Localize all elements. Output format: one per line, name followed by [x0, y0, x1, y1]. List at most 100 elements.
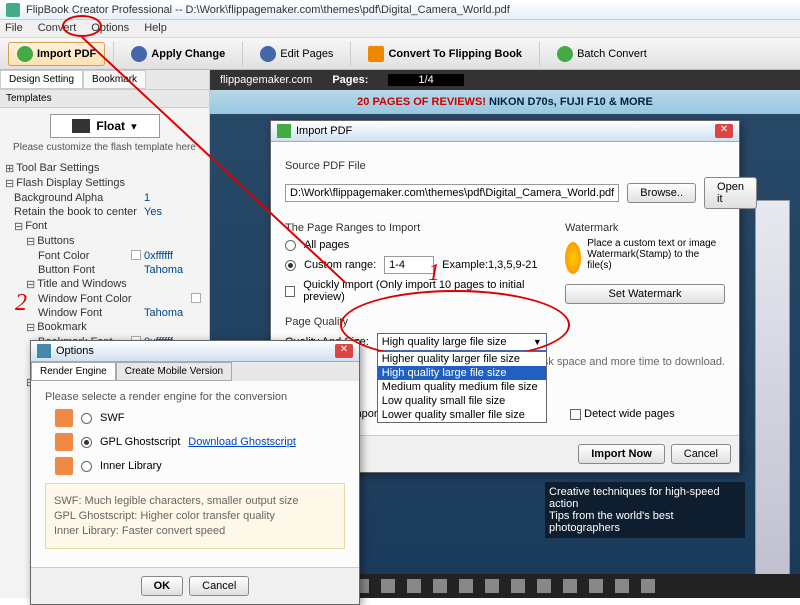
- watermark-icon: [565, 242, 581, 274]
- watermark-label: Watermark: [565, 222, 725, 234]
- control-icon[interactable]: [381, 579, 395, 593]
- edit-icon: [260, 46, 276, 62]
- collapse-icon[interactable]: ⊟: [5, 177, 14, 190]
- tree-title-win[interactable]: Title and Windows: [37, 278, 204, 291]
- chevron-down-icon: ▾: [131, 120, 137, 133]
- dialog-titlebar[interactable]: Options ✕: [31, 341, 359, 362]
- separator: [350, 42, 351, 66]
- dialog-title: Import PDF: [296, 125, 352, 137]
- dialog-title: Options: [56, 345, 94, 357]
- collapse-icon[interactable]: ⊟: [26, 278, 35, 291]
- tree-win-font[interactable]: Window Font: [38, 307, 144, 319]
- chevron-down-icon: ▼: [533, 337, 542, 347]
- separator: [242, 42, 243, 66]
- quality-option[interactable]: Lower quality smaller file size: [378, 408, 546, 422]
- engine-descriptions: SWF: Much legible characters, smaller ou…: [45, 483, 345, 549]
- control-icon[interactable]: [459, 579, 473, 593]
- cancel-button[interactable]: Cancel: [671, 444, 731, 464]
- detect-wide-checkbox[interactable]: [570, 409, 581, 420]
- menu-bar: File Convert Options Help: [0, 20, 800, 38]
- edit-pages-button[interactable]: Edit Pages: [251, 42, 342, 66]
- radio-all-pages[interactable]: [285, 240, 296, 251]
- menu-help[interactable]: Help: [144, 22, 167, 35]
- quality-option[interactable]: Medium quality medium file size: [378, 380, 546, 394]
- control-icon[interactable]: [485, 579, 499, 593]
- templates-header: Templates: [0, 90, 209, 108]
- menu-options[interactable]: Options: [91, 22, 129, 35]
- tab-mobile-version[interactable]: Create Mobile Version: [116, 362, 232, 381]
- tree-toolbar[interactable]: Tool Bar Settings: [16, 162, 204, 175]
- tree-font-color[interactable]: Font Color: [38, 250, 131, 262]
- quality-dropdown[interactable]: High quality large file size ▼ Higher qu…: [377, 333, 547, 351]
- radio-swf[interactable]: [81, 413, 92, 424]
- quality-option[interactable]: Higher quality larger file size: [378, 352, 546, 366]
- options-icon: [37, 344, 51, 358]
- control-icon[interactable]: [615, 579, 629, 593]
- control-icon[interactable]: [433, 579, 447, 593]
- tab-render-engine[interactable]: Render Engine: [31, 362, 116, 381]
- label: Convert To Flipping Book: [388, 48, 522, 60]
- inner-library-icon: [55, 457, 73, 475]
- ghostscript-icon: [55, 433, 73, 451]
- batch-icon: [557, 46, 573, 62]
- expand-icon[interactable]: ⊞: [5, 162, 14, 175]
- close-icon[interactable]: ✕: [335, 344, 353, 358]
- set-watermark-button[interactable]: Set Watermark: [565, 284, 725, 304]
- separator: [113, 42, 114, 66]
- source-label: Source PDF File: [285, 160, 725, 172]
- control-icon[interactable]: [589, 579, 603, 593]
- quality-option[interactable]: Low quality small file size: [378, 394, 546, 408]
- radio-ghostscript[interactable]: [81, 437, 92, 448]
- label: Edit Pages: [280, 48, 333, 60]
- apply-change-button[interactable]: Apply Change: [122, 42, 234, 66]
- tree-bookmark[interactable]: Bookmark: [37, 321, 204, 334]
- browse-button[interactable]: Browse..: [627, 183, 696, 203]
- tree-flash[interactable]: Flash Display Settings: [16, 177, 204, 190]
- download-ghostscript-link[interactable]: Download Ghostscript: [188, 436, 296, 448]
- tree-win-font-color[interactable]: Window Font Color: [38, 293, 191, 305]
- quick-import-checkbox[interactable]: [285, 286, 295, 297]
- control-icon[interactable]: [511, 579, 525, 593]
- color-swatch[interactable]: [191, 293, 201, 303]
- import-now-button[interactable]: Import Now: [578, 444, 665, 464]
- separator: [539, 42, 540, 66]
- tree-font[interactable]: Font: [25, 220, 204, 233]
- radio-custom-range[interactable]: [285, 260, 296, 271]
- swf-icon: [55, 409, 73, 427]
- control-icon[interactable]: [537, 579, 551, 593]
- tree-retain[interactable]: Retain the book to center: [14, 206, 144, 218]
- import-pdf-button[interactable]: Import PDF: [8, 42, 105, 66]
- open-button[interactable]: Open it: [704, 177, 757, 209]
- preview-site: flippagemaker.com: [220, 74, 312, 86]
- collapse-icon[interactable]: ⊟: [14, 220, 23, 233]
- tab-bookmark[interactable]: Bookmark: [83, 70, 146, 89]
- template-selector[interactable]: Float ▾: [50, 114, 160, 138]
- close-icon[interactable]: ✕: [715, 124, 733, 138]
- watermark-desc: Place a custom text or image Watermark(S…: [587, 238, 725, 271]
- cancel-button[interactable]: Cancel: [189, 576, 249, 596]
- menu-file[interactable]: File: [5, 22, 23, 35]
- control-icon[interactable]: [407, 579, 421, 593]
- convert-icon: [368, 46, 384, 62]
- tab-design-setting[interactable]: Design Setting: [0, 70, 83, 89]
- collapse-icon[interactable]: ⊟: [26, 321, 35, 334]
- label: Batch Convert: [577, 48, 647, 60]
- color-swatch[interactable]: [131, 250, 141, 260]
- menu-convert[interactable]: Convert: [38, 22, 77, 35]
- radio-inner[interactable]: [81, 461, 92, 472]
- control-icon[interactable]: [563, 579, 577, 593]
- custom-range-input[interactable]: 1-4: [384, 256, 434, 274]
- quality-option[interactable]: High quality large file size: [378, 366, 546, 380]
- dialog-titlebar[interactable]: Import PDF ✕: [271, 121, 739, 142]
- tree-button-font[interactable]: Button Font: [38, 264, 144, 276]
- quality-note: disk space and more time to download.: [534, 356, 725, 368]
- tree-bg-alpha[interactable]: Background Alpha: [14, 192, 144, 204]
- tree-buttons[interactable]: Buttons: [37, 235, 204, 248]
- control-icon[interactable]: [641, 579, 655, 593]
- source-path-input[interactable]: D:\Work\flippagemaker.com\themes\pdf\Dig…: [285, 184, 619, 202]
- batch-convert-button[interactable]: Batch Convert: [548, 42, 656, 66]
- convert-button[interactable]: Convert To Flipping Book: [359, 42, 531, 66]
- collapse-icon[interactable]: ⊟: [26, 235, 35, 248]
- preview-titlebar: flippagemaker.com Pages: 1/4: [210, 70, 800, 90]
- ok-button[interactable]: OK: [141, 576, 184, 596]
